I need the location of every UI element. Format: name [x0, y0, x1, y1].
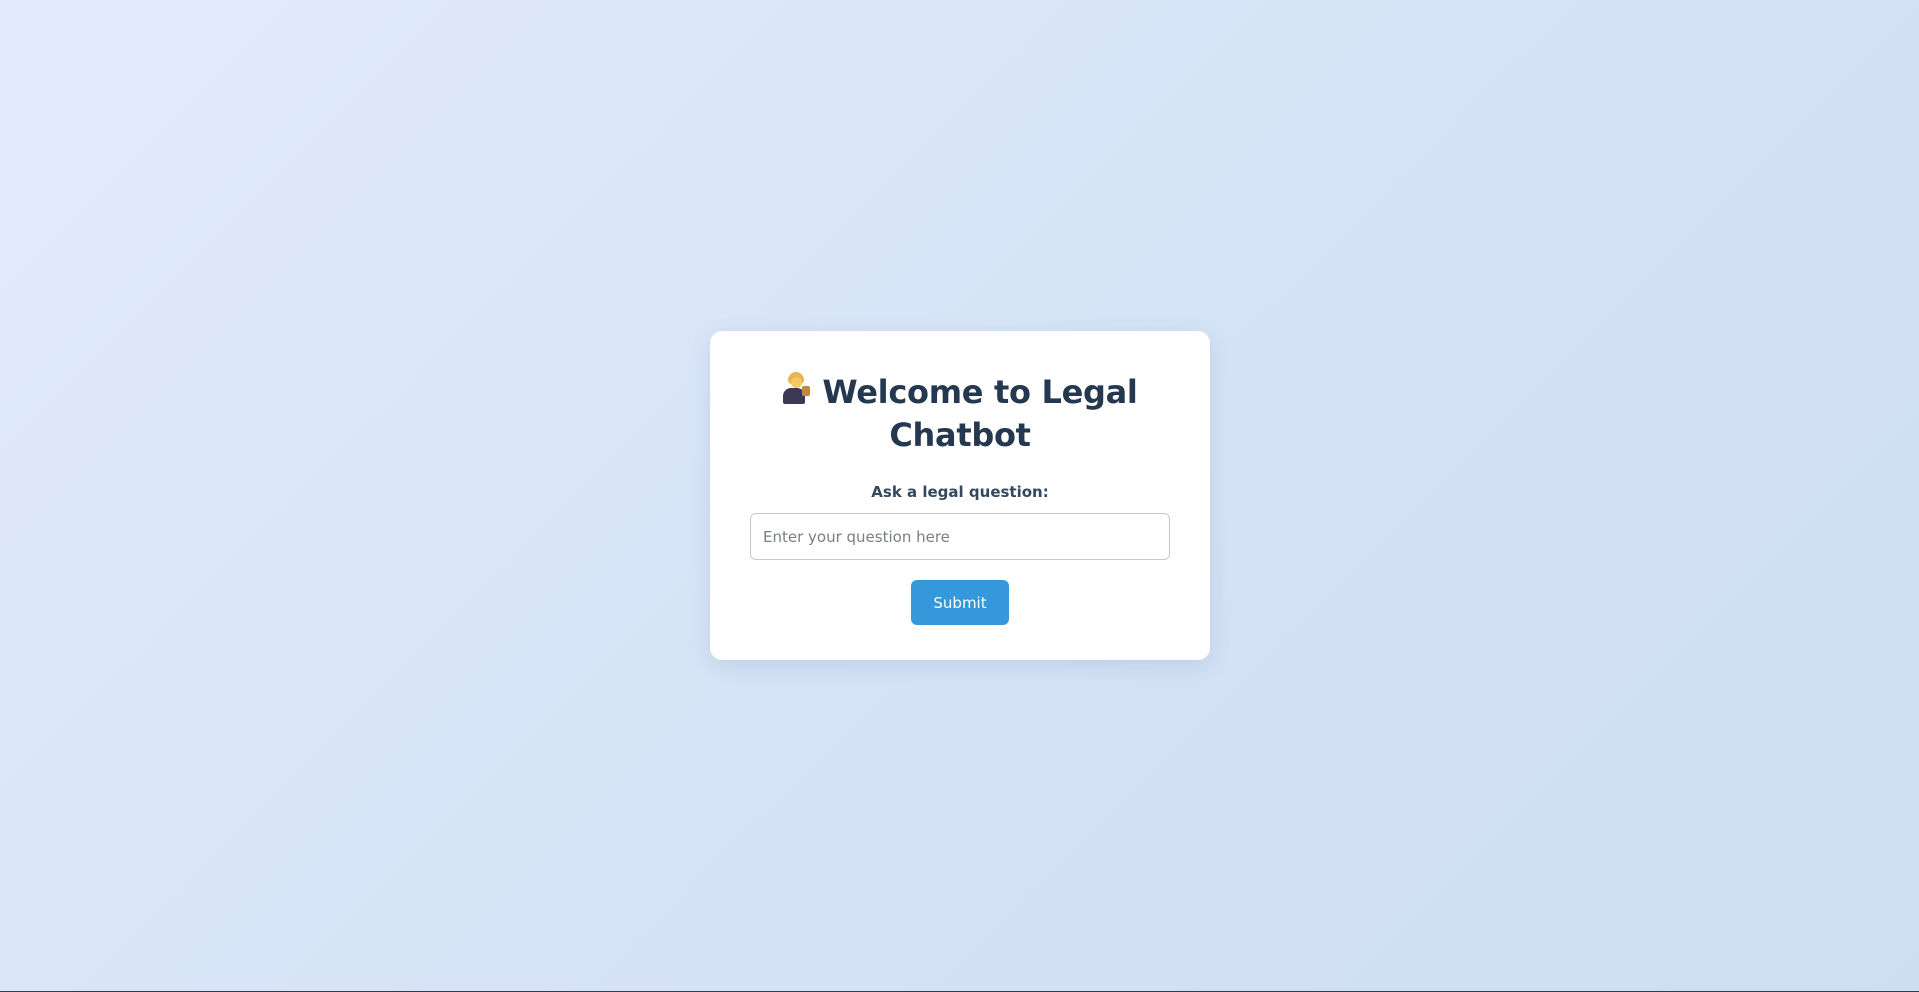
- chatbot-card: Welcome to Legal Chatbot Ask a legal que…: [710, 331, 1210, 660]
- judge-icon: [782, 372, 812, 406]
- page-title-text: Welcome to Legal Chatbot: [822, 373, 1138, 454]
- submit-button[interactable]: Submit: [911, 580, 1009, 625]
- question-label: Ask a legal question:: [871, 483, 1049, 501]
- page-title: Welcome to Legal Chatbot: [750, 371, 1170, 457]
- question-input[interactable]: [750, 513, 1170, 560]
